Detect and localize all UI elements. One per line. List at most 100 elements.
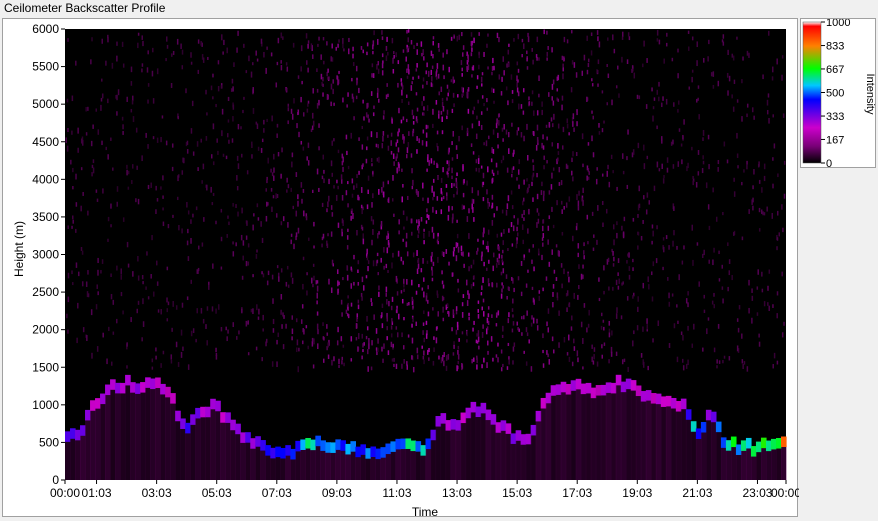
noise-cell xyxy=(146,251,148,256)
noise-cell xyxy=(212,73,214,78)
noise-cell xyxy=(401,89,403,96)
noise-cell xyxy=(443,352,445,358)
noise-cell xyxy=(302,146,305,151)
noise-cell xyxy=(147,296,150,300)
noise-cell xyxy=(483,261,485,267)
layer-cell xyxy=(435,416,442,427)
noise-cell xyxy=(642,220,644,224)
noise-cell xyxy=(357,333,360,340)
noise-cell xyxy=(546,30,548,35)
noise-cell xyxy=(422,330,424,335)
noise-cell xyxy=(383,343,385,349)
noise-cell xyxy=(477,330,480,336)
haze-cell xyxy=(170,402,176,480)
noise-cell xyxy=(516,226,518,232)
noise-cell xyxy=(232,116,234,122)
noise-cell xyxy=(415,290,418,295)
noise-cell xyxy=(507,318,510,324)
noise-cell xyxy=(307,142,310,148)
noise-cell xyxy=(346,104,348,108)
noise-cell xyxy=(527,228,529,234)
noise-cell xyxy=(627,366,629,372)
noise-cell xyxy=(651,296,654,302)
noise-cell xyxy=(162,207,164,211)
noise-cell xyxy=(758,228,761,232)
noise-cell xyxy=(367,175,370,181)
noise-cell xyxy=(360,187,363,193)
noise-cell xyxy=(487,350,489,355)
haze-cell xyxy=(145,386,151,480)
noise-cell xyxy=(617,65,619,70)
noise-cell xyxy=(292,42,295,48)
noise-cell xyxy=(441,116,443,122)
noise-cell xyxy=(752,197,754,203)
noise-cell xyxy=(542,219,545,224)
noise-cell xyxy=(526,310,528,316)
noise-cell xyxy=(407,37,410,43)
noise-cell xyxy=(487,203,490,209)
noise-cell xyxy=(402,49,405,53)
noise-cell xyxy=(532,130,535,135)
noise-cell xyxy=(326,208,328,213)
noise-cell xyxy=(227,96,230,101)
noise-cell xyxy=(212,96,214,100)
noise-cell xyxy=(776,291,779,296)
noise-cell xyxy=(505,274,508,279)
noise-cell xyxy=(221,108,224,115)
noise-cell xyxy=(81,281,84,287)
noise-cell xyxy=(736,345,739,352)
noise-cell xyxy=(577,206,580,211)
noise-cell xyxy=(208,284,210,290)
noise-cell xyxy=(428,160,430,166)
noise-cell xyxy=(423,56,425,61)
noise-cell xyxy=(352,53,354,59)
noise-cell xyxy=(517,169,520,175)
haze-cell xyxy=(610,391,617,480)
noise-cell xyxy=(411,337,414,344)
noise-cell xyxy=(433,160,435,165)
haze-cell xyxy=(160,392,166,480)
layer-cell xyxy=(215,400,221,412)
noise-cell xyxy=(312,88,314,94)
noise-cell xyxy=(308,237,310,241)
noise-cell xyxy=(582,200,584,206)
noise-cell xyxy=(317,43,319,47)
noise-cell xyxy=(566,307,568,312)
noise-cell xyxy=(391,358,394,362)
noise-cell xyxy=(481,72,484,76)
noise-cell xyxy=(528,184,530,189)
noise-cell xyxy=(627,129,629,135)
noise-cell xyxy=(437,43,440,48)
noise-cell xyxy=(763,301,766,307)
noise-cell xyxy=(678,274,680,281)
noise-cell xyxy=(616,221,618,226)
plot-panel: Height (m) 0 500 1000 1500 2000 2500 3000 3500 4… xyxy=(2,18,801,519)
noise-cell xyxy=(551,206,553,212)
noise-cell xyxy=(697,171,700,176)
noise-cell xyxy=(126,342,128,347)
y-tick-label: 4500 xyxy=(32,135,59,149)
backscatter-heatmap[interactable]: Height (m) 05001000150020002500300035004… xyxy=(3,19,801,519)
noise-cell xyxy=(231,138,234,143)
noise-cell xyxy=(190,237,192,244)
noise-cell xyxy=(473,275,475,279)
noise-cell xyxy=(712,71,715,77)
noise-cell xyxy=(237,123,240,130)
noise-cell xyxy=(451,175,453,180)
noise-cell xyxy=(426,168,428,172)
noise-cell xyxy=(473,106,475,110)
noise-cell xyxy=(570,87,573,93)
noise-cell xyxy=(461,67,463,72)
noise-cell xyxy=(577,357,579,363)
noise-cell xyxy=(372,73,375,79)
noise-cell xyxy=(190,330,193,337)
noise-cell xyxy=(371,63,374,68)
haze-cell xyxy=(95,407,101,480)
noise-cell xyxy=(270,52,273,57)
noise-cell xyxy=(260,221,262,227)
noise-cell xyxy=(316,300,318,305)
noise-cell xyxy=(422,197,424,201)
noise-cell xyxy=(156,198,159,202)
noise-cell xyxy=(587,176,590,180)
haze-cell xyxy=(515,439,522,480)
